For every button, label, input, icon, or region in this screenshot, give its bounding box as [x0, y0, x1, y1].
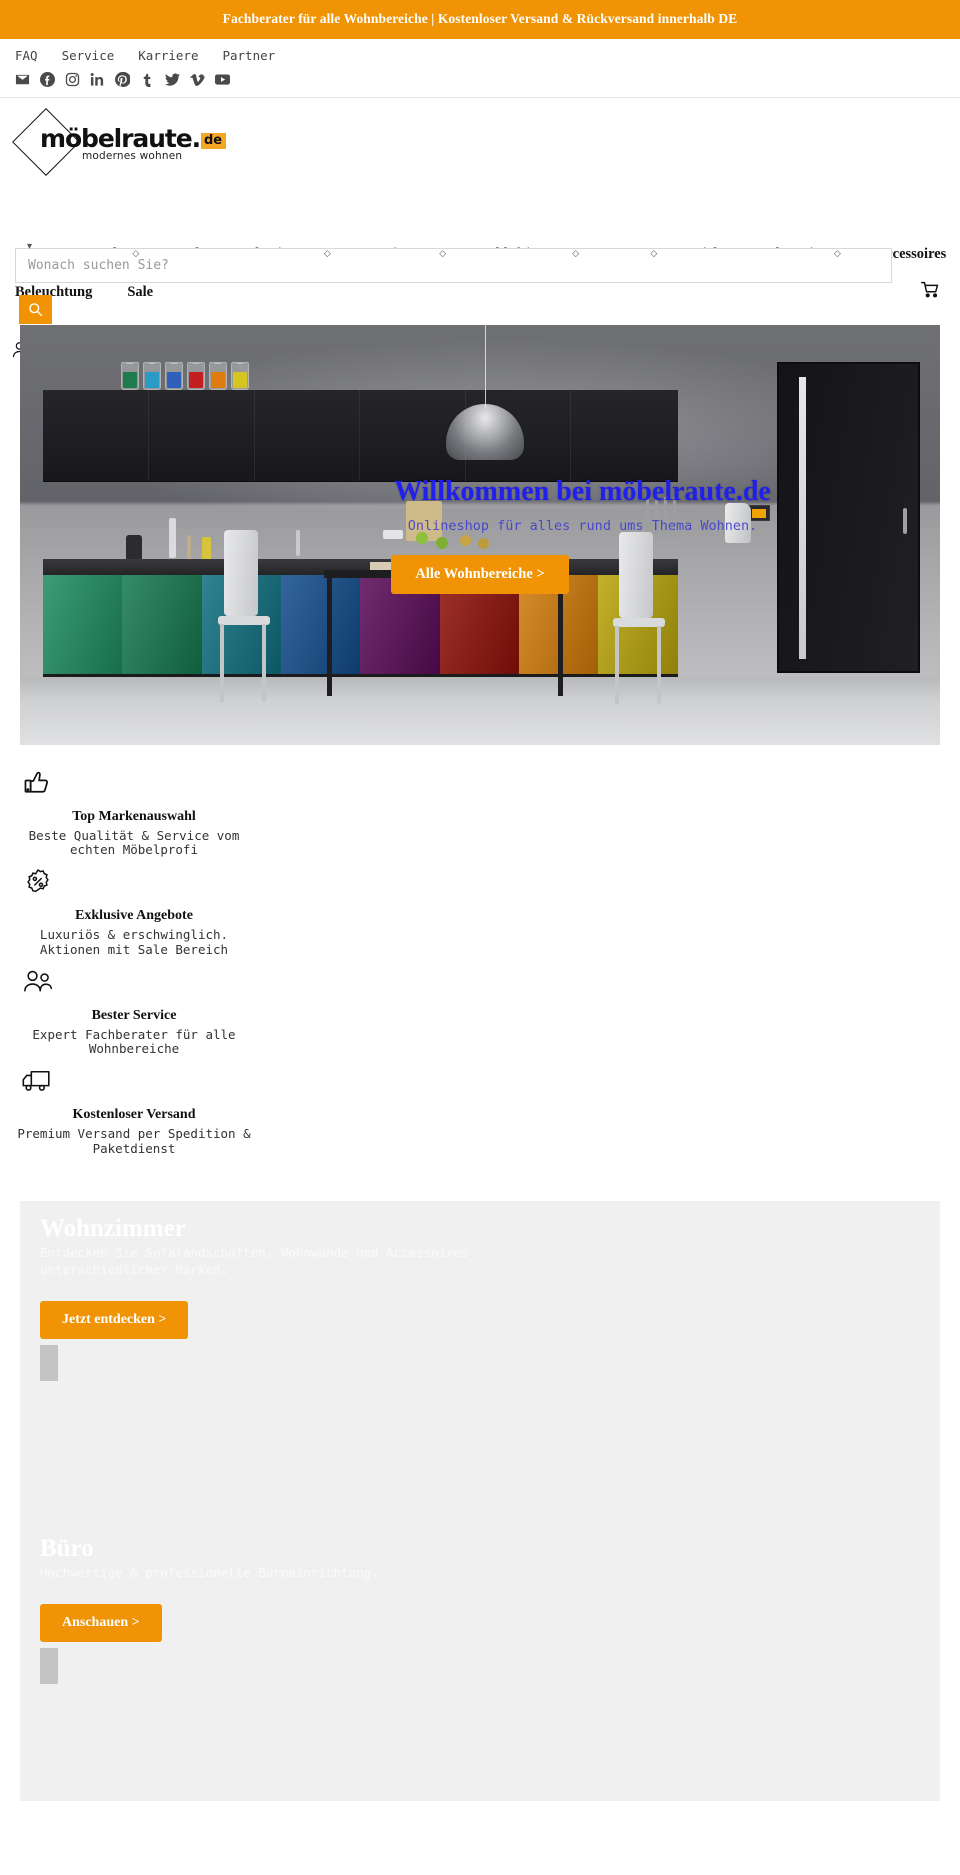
tumblr-icon[interactable] [140, 72, 155, 87]
search-input[interactable] [28, 257, 879, 273]
social-links [0, 63, 960, 91]
benefits-section: Top Markenauswahl Beste Qualität & Servi… [0, 745, 960, 1161]
utility-links: FAQ Service Karriere Partner [0, 48, 960, 63]
hero-title: Willkommen bei möbelraute.de [394, 476, 771, 508]
image-placeholder-chip [40, 1344, 58, 1381]
vimeo-icon[interactable] [190, 72, 205, 87]
utility-link-service[interactable]: Service [62, 48, 115, 63]
cart-icon [921, 281, 939, 297]
category-block-buero: Büro Hochwertige & professionelle Büroei… [20, 1520, 940, 1801]
category-title: Büro [40, 1534, 94, 1562]
utility-bar: FAQ Service Karriere Partner [0, 39, 960, 98]
utility-link-faq[interactable]: FAQ [15, 48, 38, 63]
percent-badge-icon [18, 862, 58, 902]
benefit-item: Bester Service Expert Fachberater für al… [0, 962, 268, 1062]
utility-link-karriere[interactable]: Karriere [138, 48, 198, 63]
logo-tagline: modernes wohnen [82, 149, 183, 162]
category-cta-button[interactable]: Jetzt entdecken > [40, 1300, 189, 1339]
category-block-wohnzimmer: Wohnzimmer Entdecken Sie Sofalandschafte… [20, 1200, 940, 1521]
email-icon[interactable] [15, 72, 30, 87]
utility-link-partner[interactable]: Partner [222, 48, 275, 63]
truck-icon [18, 1061, 58, 1101]
benefit-description: Beste Qualität & Service vom echten Möbe… [28, 827, 240, 858]
hero-content: Willkommen bei möbelraute.de Onlineshop … [20, 325, 940, 745]
cart-button[interactable] [917, 276, 943, 302]
hero-cta-button[interactable]: Alle Wohnbereiche > [391, 554, 569, 594]
site-header: möbelraute.de modernes wohnen ▾ Anmelden [0, 98, 960, 357]
nav-label: Sale [127, 284, 154, 300]
logo-wordmark: möbelraute. de [40, 126, 227, 151]
benefit-description: Premium Versand per Spedition & Paketdie… [17, 1126, 251, 1156]
logo-tld: de [200, 132, 227, 149]
benefit-description: Luxuriös & erschwinglich. Aktionen mit S… [39, 927, 229, 957]
category-subtitle: Entdecken Sie Sofalandschaften, Wohnwänd… [40, 1245, 469, 1277]
chevron-down-icon: ◇ [572, 248, 580, 258]
benefit-title: Top Markenauswahl [72, 808, 196, 824]
chevron-down-icon: ◇ [323, 248, 331, 258]
chevron-down-icon: ◇ [439, 248, 447, 258]
linkedin-icon[interactable] [90, 72, 105, 87]
hero-subtitle: Onlineshop für alles rund ums Thema Wohn… [407, 517, 758, 534]
search-icon [29, 302, 43, 316]
benefit-title: Exklusive Angebote [75, 908, 193, 923]
twitter-icon[interactable] [165, 72, 180, 87]
category-subtitle: Hochwertige & professionelle Büroeinrich… [40, 1565, 379, 1580]
chevron-down-icon: ◇ [833, 248, 841, 258]
announcement-bar: Fachberater für alle Wohnbereiche | Kost… [0, 0, 960, 39]
benefit-item: Top Markenauswahl Beste Qualität & Servi… [0, 763, 268, 863]
site-logo[interactable]: möbelraute. de modernes wohnen [12, 107, 227, 176]
youtube-icon[interactable] [215, 72, 230, 87]
search-field-wrapper[interactable] [15, 247, 892, 283]
category-title: Wohnzimmer [40, 1214, 186, 1242]
category-cta-button[interactable]: Anschauen > [40, 1603, 162, 1642]
people-icon [18, 962, 58, 1002]
category-content: Büro Hochwertige & professionelle Büroei… [20, 1521, 940, 1684]
chevron-down-icon[interactable]: ▾ [27, 241, 32, 252]
thumbs-up-icon [18, 763, 58, 803]
pinterest-icon[interactable] [115, 71, 130, 87]
chevron-down-icon: ◇ [132, 248, 140, 258]
instagram-icon[interactable] [65, 72, 80, 87]
benefit-title: Kostenloser Versand [72, 1107, 196, 1122]
search-button[interactable] [19, 294, 52, 324]
hero-banner: Willkommen bei möbelraute.de Onlineshop … [20, 324, 940, 745]
benefit-title: Bester Service [91, 1007, 177, 1023]
chevron-down-icon: ◇ [650, 248, 658, 258]
benefit-item: Exklusive Angebote Luxuriös & erschwingl… [0, 862, 268, 962]
announcement-text: Fachberater für alle Wohnbereiche | Kost… [222, 11, 738, 26]
facebook-icon[interactable] [40, 71, 55, 87]
image-placeholder-chip [40, 1647, 58, 1684]
benefit-description: Expert Fachberater für alle Wohnbereiche [32, 1026, 236, 1057]
category-content: Wohnzimmer Entdecken Sie Sofalandschafte… [20, 1201, 940, 1381]
benefit-item: Kostenloser Versand Premium Versand per … [0, 1061, 268, 1161]
